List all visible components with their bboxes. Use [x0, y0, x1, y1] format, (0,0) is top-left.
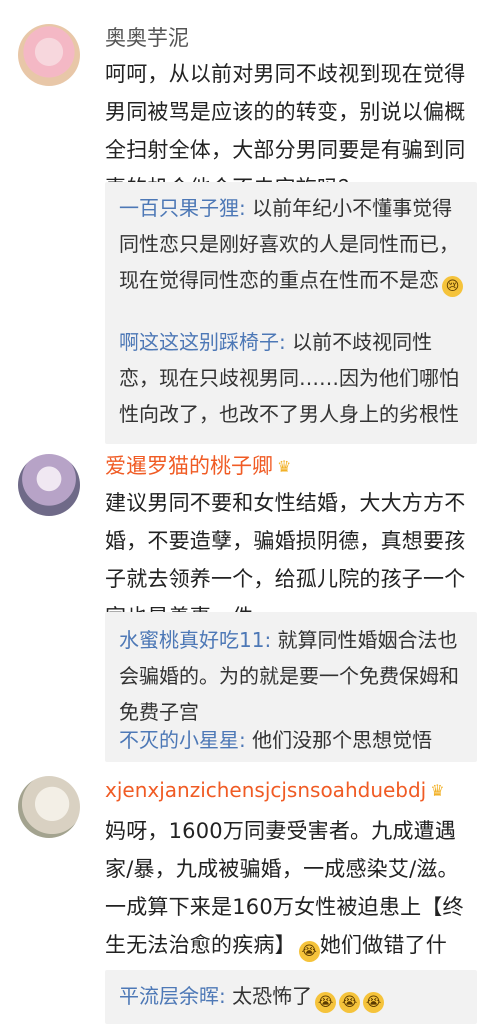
reply-author[interactable]: 不灭的小星星:: [119, 728, 246, 752]
avatar[interactable]: [18, 454, 80, 516]
reply-author[interactable]: 平流层余晖:: [119, 984, 226, 1008]
reply-item[interactable]: 平流层余晖: 太恐怖了 😭 😭 😭: [119, 978, 463, 1014]
reply-box[interactable]: 水蜜桃真好吃11: 就算同性婚姻合法也会骗婚的。为的就是要一个免费保姆和免费子宫…: [105, 612, 477, 762]
avatar[interactable]: [18, 776, 80, 838]
username[interactable]: 爱暹罗猫的桃子卿 ♛: [105, 452, 291, 481]
reply-text: 他们没那个思想觉悟: [245, 728, 433, 752]
username[interactable]: xjenxjanzichensjcjsnsoahduebdj ♛: [105, 776, 445, 805]
reply-item[interactable]: 啊这这这别踩椅子: 以前不歧视同性恋，现在只歧视男同……因为他们哪怕性向改了，也…: [119, 324, 463, 432]
reply-box[interactable]: 平流层余晖: 太恐怖了 😭 😭 😭: [105, 970, 477, 1024]
username-text[interactable]: xjenxjanzichensjcjsnsoahduebdj: [105, 778, 426, 802]
reply-box[interactable]: 一百只果子狸: 以前年纪小不懂事觉得同性恋只是刚好喜欢的人是同性而已，现在觉得同…: [105, 182, 477, 444]
reply-text: 太恐怖了: [225, 984, 313, 1008]
crying-face-icon: 😭: [339, 992, 361, 1013]
crying-face-icon: 😭: [315, 992, 337, 1013]
crown-icon: ♛: [277, 457, 292, 476]
crown-icon: ♛: [430, 781, 445, 800]
username-text[interactable]: 爱暹罗猫的桃子卿: [105, 454, 273, 478]
reply-author[interactable]: 一百只果子狸:: [119, 196, 246, 220]
reply-item[interactable]: 一百只果子狸: 以前年纪小不懂事觉得同性恋只是刚好喜欢的人是同性而已，现在觉得同…: [119, 190, 463, 298]
crying-face-icon: 😭: [298, 941, 320, 962]
reply-item[interactable]: 水蜜桃真好吃11: 就算同性婚姻合法也会骗婚的。为的就是要一个免费保姆和免费子宫: [119, 622, 463, 730]
reply-author[interactable]: 水蜜桃真好吃11:: [119, 628, 271, 652]
sad-face-icon: 😢: [442, 276, 463, 297]
avatar[interactable]: [18, 24, 80, 86]
crying-face-icon: 😭: [363, 992, 385, 1013]
reply-item[interactable]: 不灭的小星星: 他们没那个思想觉悟: [119, 722, 463, 758]
username[interactable]: 奥奥芋泥: [105, 24, 189, 52]
reply-author[interactable]: 啊这这这别踩椅子:: [119, 330, 286, 354]
